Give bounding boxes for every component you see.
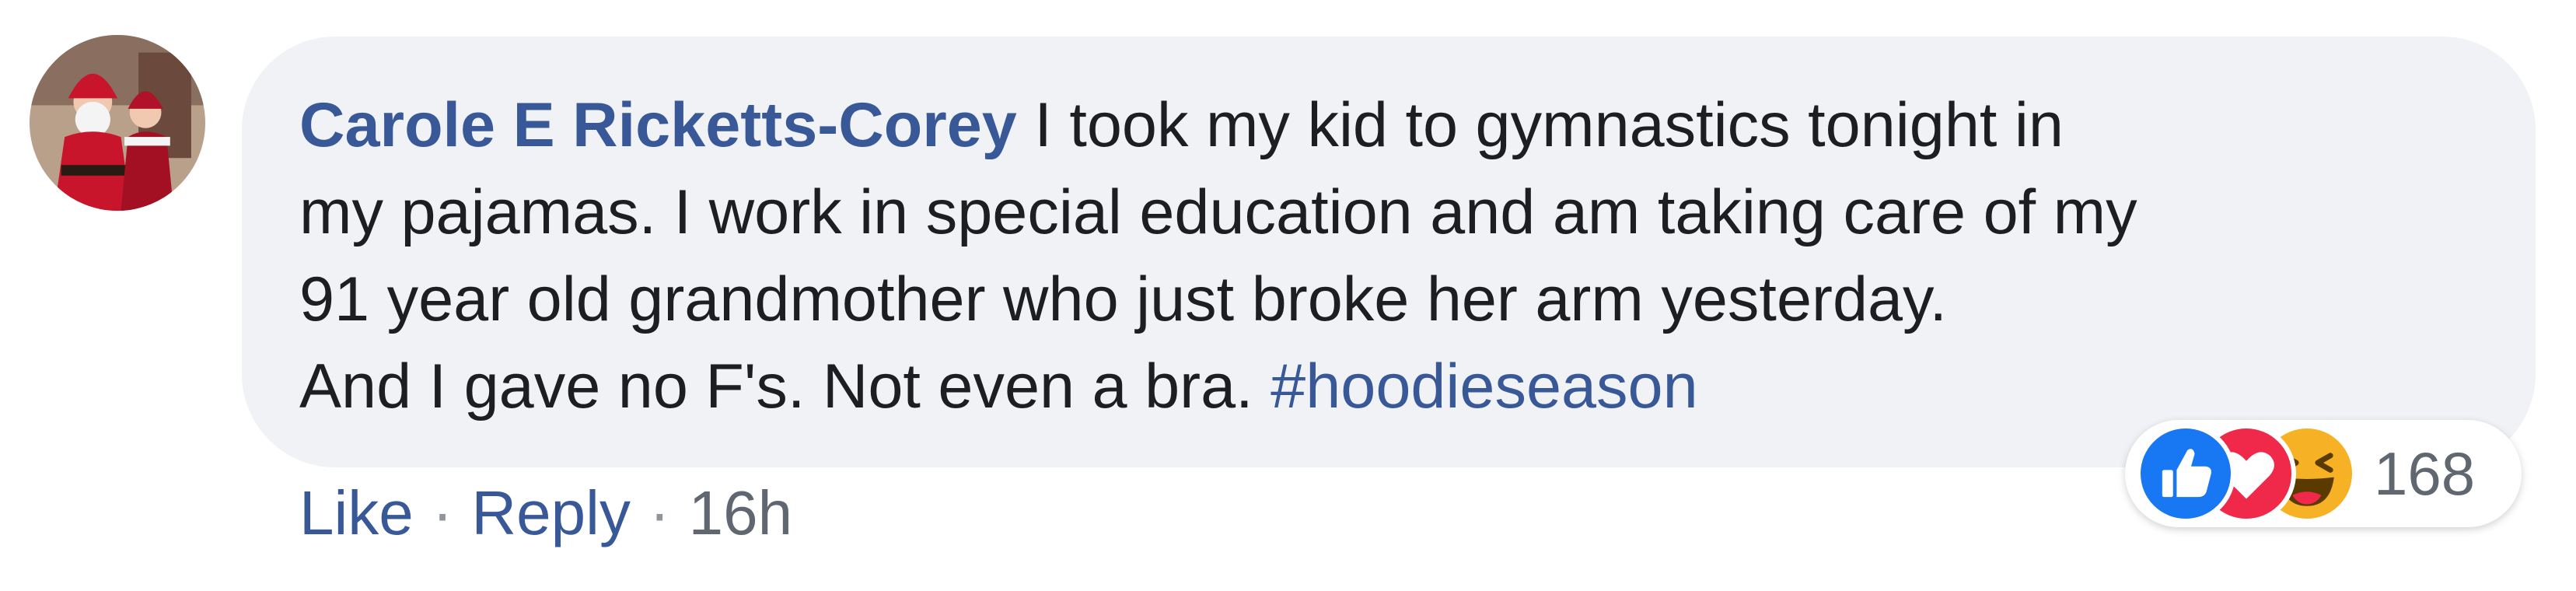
avatar[interactable]	[30, 35, 205, 211]
separator-dot: ·	[432, 478, 453, 547]
hashtag-link[interactable]: #hoodieseason	[1271, 351, 1697, 421]
comment-text: Carole E Ricketts-Corey I took my kid to…	[299, 82, 2481, 430]
separator-dot: ·	[648, 478, 670, 547]
like-reaction-icon	[2136, 424, 2235, 523]
like-button[interactable]: Like	[299, 470, 414, 556]
santa-avatar-icon	[30, 35, 205, 211]
reaction-count: 168	[2374, 439, 2476, 508]
comment-line: I took my kid to gymnastics tonight in	[1016, 90, 2064, 160]
comment-actions: Like · Reply · 16h	[299, 470, 792, 556]
reactions-summary[interactable]: 168	[2125, 420, 2522, 527]
author-name-link[interactable]: Carole E Ricketts-Corey	[299, 90, 1017, 160]
comment-timestamp[interactable]: 16h	[689, 470, 792, 556]
comment-bubble: Carole E Ricketts-Corey I took my kid to…	[242, 37, 2536, 467]
comment-line: my pajamas. I work in special education …	[299, 177, 2137, 247]
comment-line: 91 year old grandmother who just broke h…	[299, 264, 1948, 334]
comment-line: And I gave no F's. Not even a bra.	[299, 351, 1271, 421]
reply-button[interactable]: Reply	[471, 470, 631, 556]
